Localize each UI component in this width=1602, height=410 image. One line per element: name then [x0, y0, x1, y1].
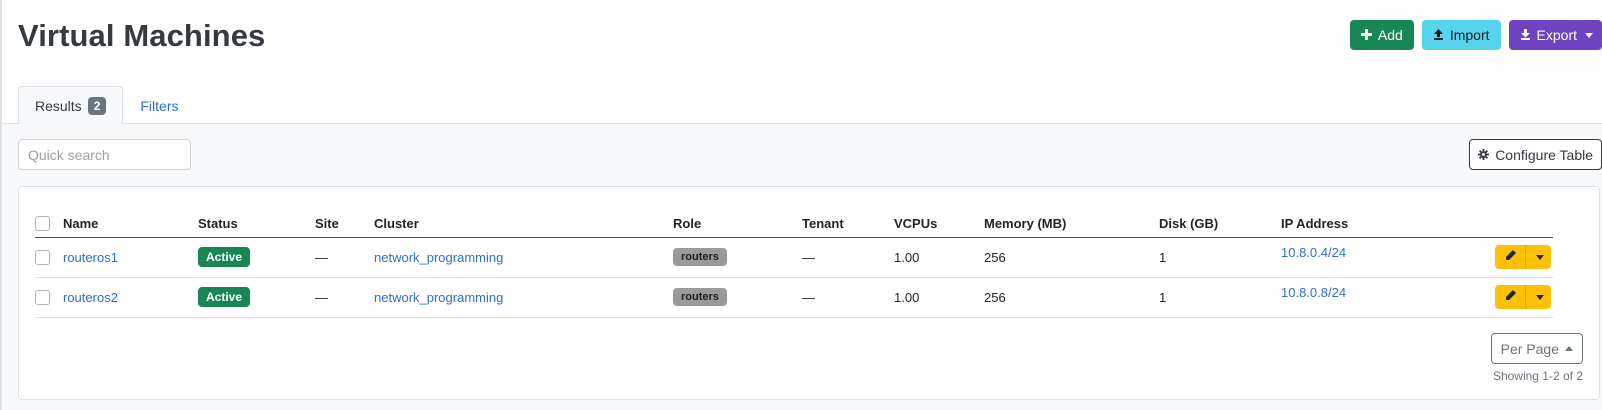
row-checkbox[interactable]: [35, 290, 50, 306]
row-select-cell: [35, 237, 63, 278]
table-row: routeros2 Active — network_programming r…: [35, 277, 1553, 318]
vm-name-cell: routeros2: [63, 277, 198, 318]
configure-table-label: Configure Table: [1495, 146, 1593, 163]
pencil-icon: [1505, 290, 1516, 304]
memory-cell: 256: [984, 237, 1159, 278]
chevron-down-icon: [1535, 254, 1544, 260]
select-all-checkbox[interactable]: [35, 216, 50, 232]
quick-search-input[interactable]: [18, 139, 191, 170]
column-header-status[interactable]: Status: [198, 210, 315, 238]
add-button[interactable]: Add: [1349, 20, 1414, 50]
tenant-cell: —: [802, 277, 894, 318]
role-badge[interactable]: routers: [673, 288, 727, 306]
edit-button[interactable]: [1495, 285, 1525, 309]
vm-name-link[interactable]: routeros1: [63, 250, 118, 265]
cluster-cell: network_programming: [374, 277, 673, 318]
table-row: routeros1 Active — network_programming r…: [35, 237, 1553, 278]
vcpus-cell: 1.00: [894, 277, 984, 318]
per-page-label: Per Page: [1500, 340, 1559, 357]
column-header-cluster[interactable]: Cluster: [374, 210, 673, 238]
status-badge: Active: [198, 287, 251, 307]
tenant-cell: —: [802, 237, 894, 278]
import-button-label: Import: [1449, 27, 1490, 43]
tab-results-label: Results: [35, 97, 82, 114]
column-header-tenant[interactable]: Tenant: [802, 210, 894, 238]
configure-table-button[interactable]: Configure Table: [1469, 139, 1602, 170]
site-cell: —: [315, 237, 374, 278]
add-button-label: Add: [1377, 27, 1403, 43]
edit-dropdown-toggle[interactable]: [1525, 245, 1551, 269]
column-header-vcpus[interactable]: VCPUs: [894, 210, 984, 238]
cluster-link[interactable]: network_programming: [374, 290, 503, 305]
chevron-down-icon: [1535, 294, 1544, 300]
chevron-up-icon: [1565, 346, 1573, 351]
cluster-cell: network_programming: [374, 237, 673, 278]
results-count-badge: 2: [87, 96, 107, 115]
tab-results[interactable]: Results 2: [18, 86, 124, 124]
page: Virtual Machines Add Import Export Resul…: [0, 0, 1602, 410]
status-cell: Active: [198, 277, 315, 318]
import-button[interactable]: Import: [1421, 20, 1501, 50]
page-title: Virtual Machines: [18, 18, 266, 53]
column-header-role[interactable]: Role: [673, 210, 802, 238]
table-header-row: Name Status Site Cluster Role Tenant VCP…: [35, 210, 1553, 238]
download-icon: [1520, 27, 1531, 43]
vm-table: Name Status Site Cluster Role Tenant VCP…: [35, 210, 1553, 318]
export-button-label: Export: [1536, 27, 1577, 43]
select-all-cell: [35, 210, 63, 238]
column-header-disk[interactable]: Disk (GB): [1159, 210, 1281, 238]
role-badge[interactable]: routers: [673, 248, 727, 266]
row-checkbox[interactable]: [35, 250, 50, 266]
per-page-dropdown[interactable]: Per Page: [1490, 333, 1583, 364]
vm-name-link[interactable]: routeros2: [63, 290, 118, 305]
role-cell: routers: [673, 237, 802, 278]
tab-filters-label: Filters: [140, 97, 179, 114]
column-header-memory[interactable]: Memory (MB): [984, 210, 1159, 238]
ip-address-cell: 10.8.0.4/24: [1281, 237, 1553, 278]
row-select-cell: [35, 277, 63, 318]
column-header-name[interactable]: Name: [63, 210, 198, 238]
tab-filters[interactable]: Filters: [123, 86, 195, 124]
table-card: Name Status Site Cluster Role Tenant VCP…: [18, 186, 1600, 400]
ip-address-cell: 10.8.0.8/24: [1281, 277, 1553, 318]
pagination-summary: Showing 1-2 of 2: [1492, 369, 1583, 383]
disk-cell: 1: [1159, 277, 1281, 318]
vm-name-cell: routeros1: [63, 237, 198, 278]
plus-icon: [1360, 27, 1372, 43]
edit-dropdown-toggle[interactable]: [1525, 285, 1551, 309]
pencil-icon: [1505, 250, 1516, 264]
column-header-ip-address[interactable]: IP Address: [1281, 210, 1553, 238]
tab-list: Results 2 Filters: [18, 86, 196, 124]
export-button[interactable]: Export: [1508, 20, 1602, 50]
ip-address-link[interactable]: 10.8.0.4/24: [1281, 245, 1346, 260]
role-cell: routers: [673, 277, 802, 318]
memory-cell: 256: [984, 277, 1159, 318]
status-badge: Active: [198, 247, 251, 267]
cluster-link[interactable]: network_programming: [374, 250, 503, 265]
row-actions: [1495, 285, 1551, 309]
disk-cell: 1: [1159, 237, 1281, 278]
status-cell: Active: [198, 237, 315, 278]
page-actions: Add Import Export: [1349, 20, 1602, 50]
chevron-down-icon: [1585, 32, 1593, 38]
row-actions: [1495, 245, 1551, 269]
column-header-site[interactable]: Site: [315, 210, 374, 238]
gear-icon: [1478, 147, 1490, 163]
edit-button[interactable]: [1495, 245, 1525, 269]
site-cell: —: [315, 277, 374, 318]
vcpus-cell: 1.00: [894, 237, 984, 278]
ip-address-link[interactable]: 10.8.0.8/24: [1281, 285, 1346, 300]
upload-icon: [1433, 27, 1444, 43]
